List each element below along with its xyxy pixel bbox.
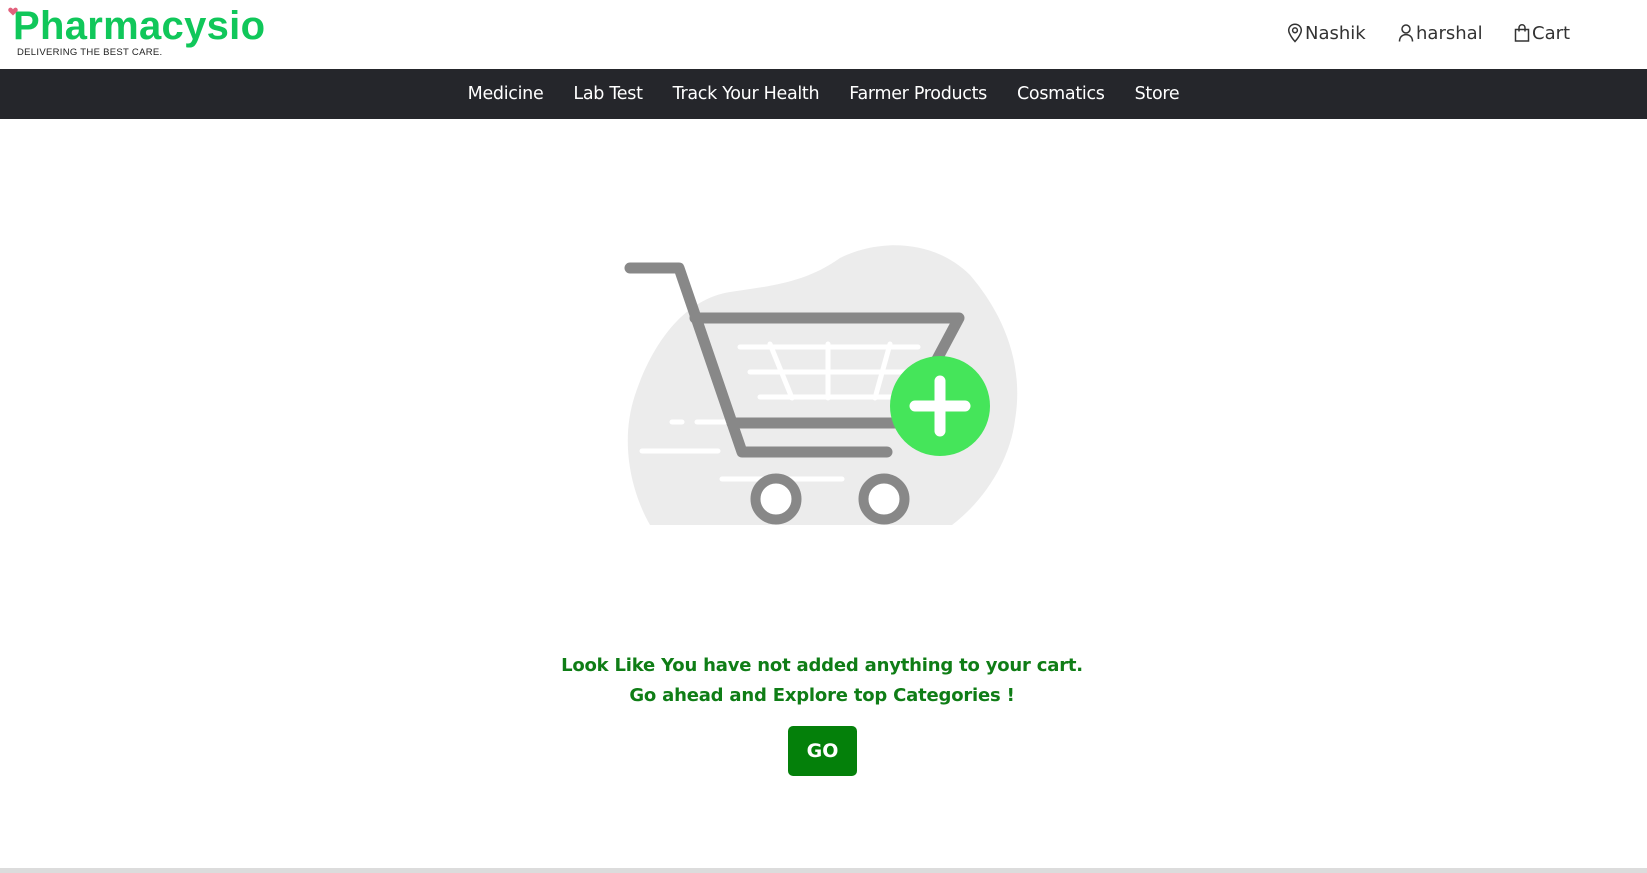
- location-label: Nashik: [1305, 22, 1366, 44]
- nav-item-store[interactable]: Store: [1120, 84, 1195, 104]
- user-account-link[interactable]: harshal: [1398, 18, 1483, 48]
- main-nav: Medicine Lab Test Track Your Health Farm…: [0, 69, 1647, 119]
- empty-cart-add-icon: [624, 245, 1018, 525]
- location-selector[interactable]: Nashik: [1287, 18, 1366, 48]
- logo[interactable]: Pharmacysio DELIVERING THE BEST CARE.: [8, 4, 266, 58]
- logo-title: Pharmacysio: [13, 4, 266, 48]
- map-pin-icon: [1287, 23, 1303, 43]
- nav-item-farmer-products[interactable]: Farmer Products: [834, 84, 1002, 104]
- user-label: harshal: [1416, 22, 1483, 44]
- footer-divider: [0, 868, 1647, 873]
- empty-cart-message: Look Like You have not added anything to…: [561, 655, 1083, 706]
- user-icon: [1398, 24, 1414, 42]
- site-header: Pharmacysio DELIVERING THE BEST CARE. Na…: [0, 0, 1647, 69]
- shopping-bag-icon: [1514, 24, 1530, 42]
- heart-icon: [8, 7, 18, 16]
- nav-item-lab-test[interactable]: Lab Test: [558, 84, 657, 104]
- cart-label: Cart: [1532, 22, 1571, 44]
- nav-item-cosmatics[interactable]: Cosmatics: [1002, 84, 1120, 104]
- go-button[interactable]: GO: [788, 726, 857, 776]
- nav-item-track-your-health[interactable]: Track Your Health: [658, 84, 835, 104]
- logo-tagline: DELIVERING THE BEST CARE.: [17, 47, 163, 58]
- cart-link[interactable]: Cart: [1514, 18, 1570, 48]
- nav-item-medicine[interactable]: Medicine: [453, 84, 559, 104]
